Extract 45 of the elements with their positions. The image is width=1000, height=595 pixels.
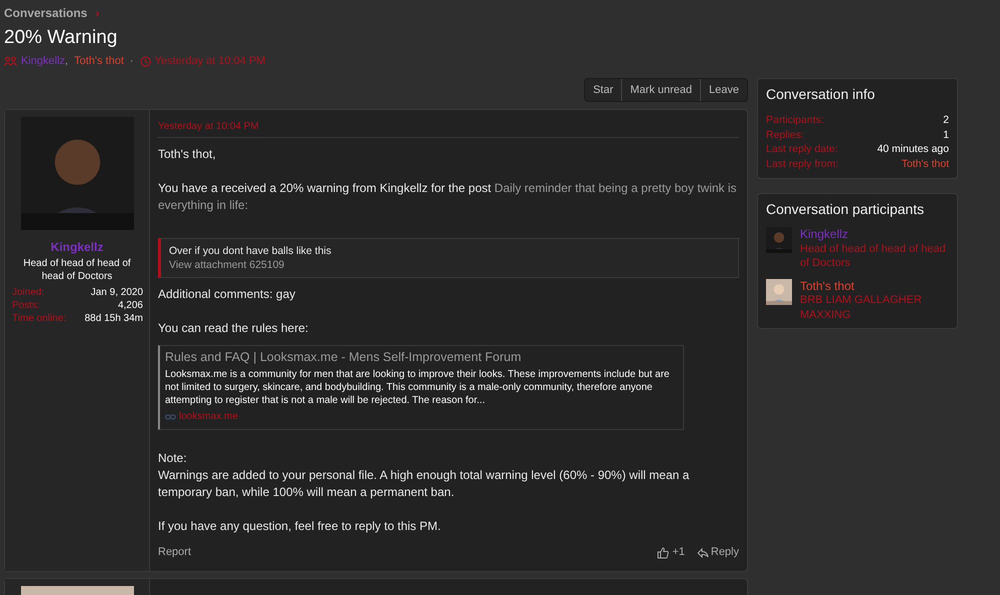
participant-name[interactable]: Toth's thot [800, 278, 949, 293]
page-title: 20% Warning [4, 26, 118, 50]
info-value: 2 [943, 113, 949, 128]
report-link[interactable]: Report [158, 544, 192, 561]
message-text: You have a received a 20% warning from Kingkellz for the post Daily reminder that being a pretty boy twink is everything in life: [158, 180, 738, 214]
greeting: Toth's thot, [158, 146, 217, 163]
reply-button[interactable]: Reply [696, 544, 739, 561]
stat-value: Jan 9, 2020 [90, 286, 143, 299]
user-link[interactable]: Toth's thot [901, 156, 949, 171]
comments-text: Additional comments: gay [158, 286, 296, 303]
stat-value: 88d 15h 34m [84, 312, 143, 325]
attachment-link[interactable]: View attachment 625109 [169, 258, 730, 272]
breadcrumb-separator: › [95, 6, 100, 20]
panel-title: Conversation participants [766, 200, 925, 219]
like-button[interactable]: +1 [657, 544, 685, 561]
toolbar-button[interactable]: Leave [700, 79, 747, 101]
dot-separator: · [130, 54, 134, 68]
author-title: Head of head of head of head of Doctors [22, 257, 132, 283]
info-label: Last reply date: [766, 142, 838, 156]
note-label: Note: [158, 450, 188, 467]
quote-text: Over if you dont have balls like this [169, 244, 332, 258]
start-time: Yesterday at 10:04 PM [154, 54, 266, 68]
participant-title: BRB LIAM GALLAGHER MAXXING [800, 293, 923, 322]
stat-value: 4,206 [118, 299, 143, 312]
note-text: Warnings are added to your personal file. A high enough total warning level (60% - 90%) will mean a temporary ban, while 100% will mean a permanent ban. [158, 467, 690, 501]
preview-description: Looksmax.me is a community for men that are looking to improve their looks. These improvements include but are not limited to surgery, skincare, and bodybuilding. This community is a male-only community, therefore anyone attempting to register that is not a male will be rejected. The reason for... [165, 368, 670, 407]
closing-text: If you have any question, feel free to reply to this PM. [158, 518, 442, 535]
comma: , [65, 54, 68, 68]
rules-text: You can read the rules here: [158, 320, 310, 337]
info-value: 40 minutes ago [877, 142, 949, 156]
info-value: 1 [943, 128, 949, 142]
toolbar-button[interactable]: Star [585, 79, 622, 101]
info-label: Replies: [766, 128, 804, 142]
preview-title: Rules and FAQ | Looksmax.me - Mens Self-Improvement Forum [165, 349, 522, 366]
message-time: Yesterday at 10:04 PM [158, 121, 259, 132]
info-label: Participants: [766, 113, 824, 128]
participant-link[interactable]: Toth's thot [74, 54, 124, 68]
panel-title: Conversation info [766, 85, 876, 104]
stat-label: Time online: [12, 312, 66, 325]
participant-title: Head of head of head of head of Doctors [800, 242, 947, 270]
stat-label: Posts: [12, 299, 40, 312]
info-label: Last reply from: [766, 156, 838, 171]
toolbar-button[interactable]: Mark unread [621, 79, 700, 101]
stat-label: Joined: [12, 286, 44, 299]
breadcrumb-link[interactable]: Conversations [4, 6, 88, 20]
